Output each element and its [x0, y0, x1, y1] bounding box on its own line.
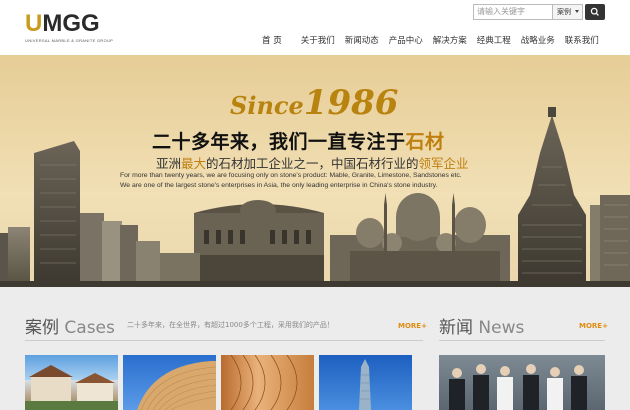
- news-title-en: News: [478, 318, 525, 338]
- main-nav: 首 页 关于我们 新闻动态 产品中心 解决方案 经典工程 战略业务 联系我们: [262, 34, 599, 46]
- case-thumbnail[interactable]: [123, 355, 216, 410]
- site-header: U M G G UNIVERSAL MARBLE & GRANITE GROUP…: [0, 0, 630, 55]
- nav-solutions[interactable]: 解决方案: [433, 34, 467, 46]
- cases-description: 二十多年来，在全世界，有超过1000多个工程，采用我们的产品！: [127, 321, 334, 329]
- subheadline-c: 的石材加工企业之一，中国石材行业的: [206, 156, 419, 171]
- since-word: Since: [230, 91, 304, 120]
- case-interior-image: [230, 355, 298, 410]
- case-tower-image: [359, 359, 371, 410]
- cases-title-en: Cases: [64, 318, 115, 338]
- banner-headline: 二十多年来，我们一直专注于石材: [152, 127, 445, 154]
- search-bar: 请输入关键字 案例: [473, 4, 605, 20]
- news-title-cn: 新闻: [439, 318, 473, 338]
- search-button[interactable]: [585, 4, 605, 20]
- logo-letter-g1: G: [62, 10, 82, 37]
- headline-highlight: 石材: [405, 131, 445, 153]
- chevron-down-icon: [575, 10, 579, 13]
- since-year: 1986: [303, 83, 399, 123]
- banner-english-line-1: For more than twenty years, we are focus…: [120, 172, 462, 179]
- news-photo-image: [449, 364, 587, 410]
- since-heading: Since1986: [230, 83, 398, 123]
- hero-banner[interactable]: Since1986 二十多年来，我们一直专注于石材 亚洲最大的石材加工企业之一，…: [0, 55, 630, 287]
- nav-projects[interactable]: 经典工程: [477, 34, 511, 46]
- nav-products[interactable]: 产品中心: [389, 34, 423, 46]
- cases-title-cn: 案例: [25, 318, 59, 338]
- logo-letter-u: U: [25, 10, 43, 37]
- nav-contact[interactable]: 联系我们: [565, 34, 599, 46]
- case-building-image: [137, 361, 216, 410]
- news-heading: 新闻 News: [439, 313, 524, 338]
- logo-letters: U M G G: [25, 12, 125, 36]
- banner-subheadline: 亚洲最大的石材加工企业之一，中国石材行业的领军企业: [156, 153, 469, 172]
- cases-heading: 案例 Cases: [25, 313, 115, 338]
- nav-home[interactable]: 首 页: [262, 34, 282, 46]
- umgg-logo[interactable]: U M G G UNIVERSAL MARBLE & GRANITE GROUP: [25, 12, 125, 46]
- case-thumbnail[interactable]: [25, 355, 118, 410]
- nav-news[interactable]: 新闻动态: [345, 34, 379, 46]
- content-section: 案例 Cases 二十多年来，在全世界，有超过1000多个工程，采用我们的产品！…: [0, 287, 630, 410]
- case-thumbnail[interactable]: [319, 355, 412, 410]
- logo-letter-m: M: [42, 10, 63, 37]
- search-input[interactable]: 请输入关键字: [473, 4, 553, 20]
- nav-strategy[interactable]: 战略业务: [521, 34, 555, 46]
- search-scope-select[interactable]: 案例: [553, 4, 583, 20]
- case-building-image: [25, 365, 118, 410]
- logo-tagline: UNIVERSAL MARBLE & GRANITE GROUP: [25, 38, 114, 43]
- cases-more-link[interactable]: MORE+: [398, 322, 427, 330]
- headline-prefix: 二十多年来，我们一直专注于: [152, 131, 406, 153]
- subheadline-a: 亚洲: [156, 156, 182, 171]
- case-thumbnail[interactable]: [221, 355, 314, 410]
- news-divider: [439, 340, 605, 341]
- subheadline-d: 领军企业: [418, 156, 469, 171]
- news-more-link[interactable]: MORE+: [579, 322, 608, 330]
- news-thumbnail[interactable]: [439, 355, 605, 410]
- logo-letter-g2: G: [81, 10, 100, 37]
- nav-about[interactable]: 关于我们: [301, 34, 335, 46]
- search-scope-label: 案例: [557, 8, 571, 16]
- banner-english-line-2: We are one of the largest stone's enterp…: [120, 182, 438, 189]
- cases-divider: [25, 340, 423, 341]
- search-icon: [590, 7, 599, 16]
- subheadline-b: 最大: [181, 156, 207, 171]
